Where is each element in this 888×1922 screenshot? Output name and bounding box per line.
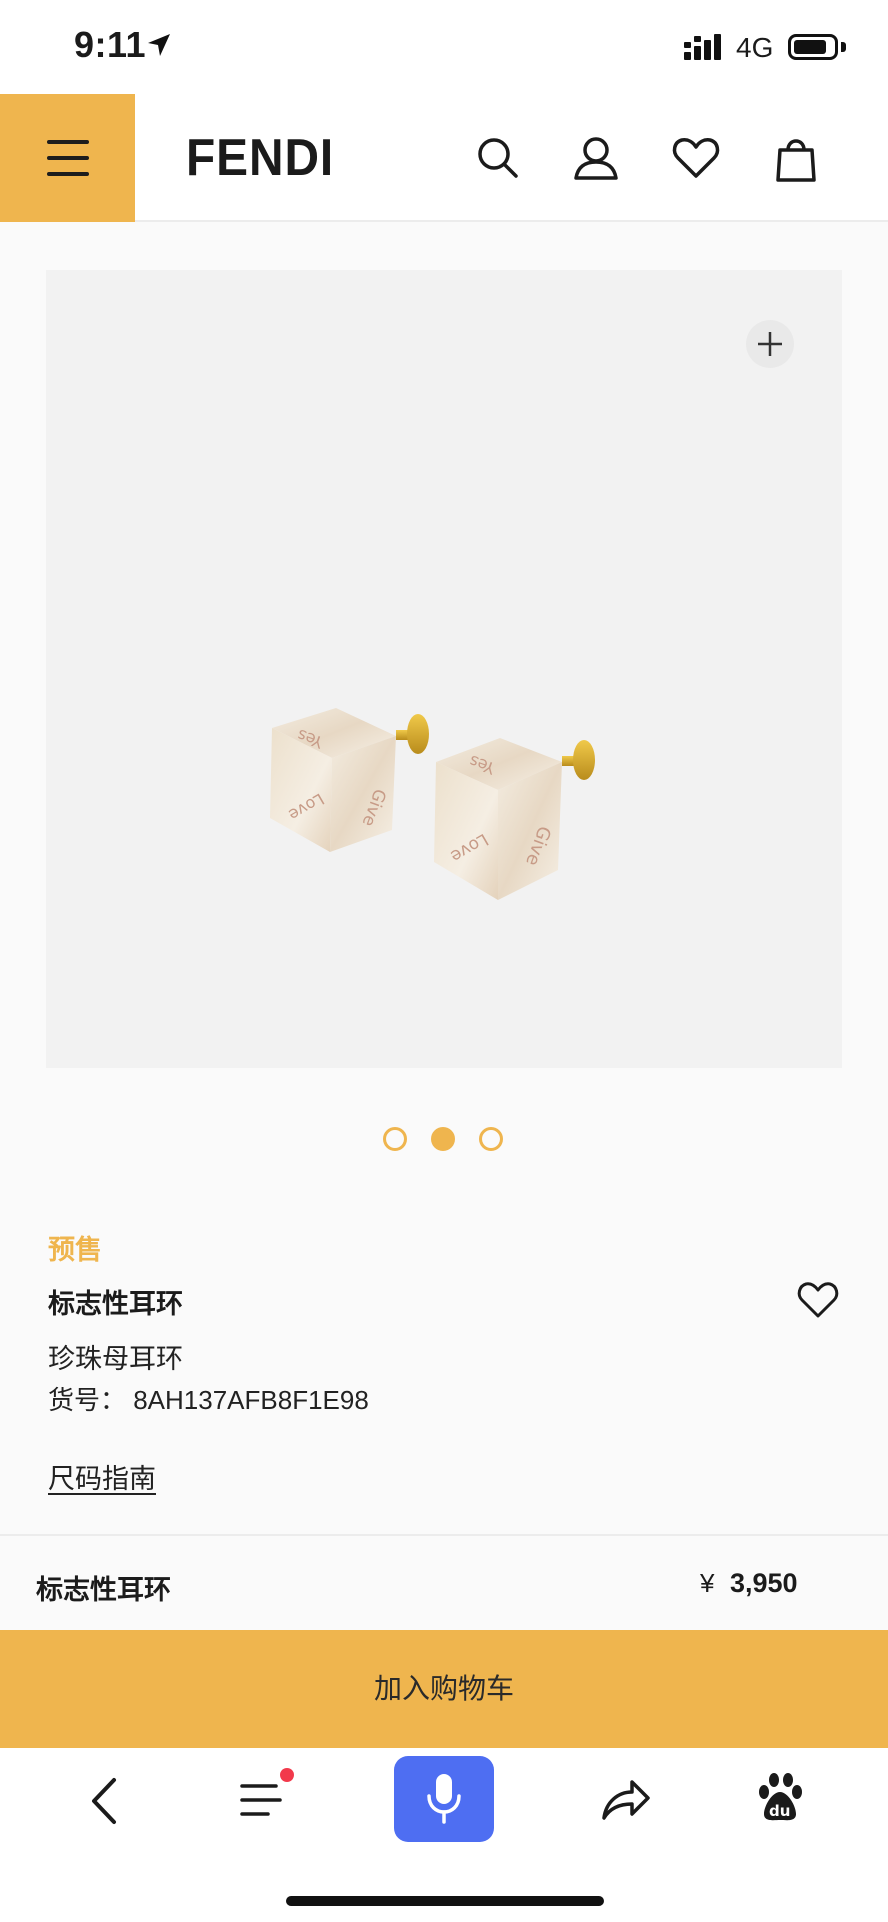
svg-text:du: du: [769, 1802, 790, 1820]
presale-badge: 预售: [48, 1235, 102, 1265]
wishlist-heart-icon[interactable]: [794, 1276, 842, 1324]
home-indicator: [286, 1896, 604, 1906]
menu-icon-line: [47, 156, 89, 160]
notification-dot: [280, 1768, 294, 1782]
microphone-icon: [427, 1774, 461, 1824]
location-arrow-icon: [148, 34, 170, 56]
site-header: FENDI: [0, 94, 888, 222]
zoom-button[interactable]: [746, 320, 794, 368]
battery-icon: [788, 34, 838, 60]
earring-left: Yes Love Give: [270, 708, 429, 852]
carousel-dot-1[interactable]: [383, 1127, 407, 1151]
menu-button[interactable]: [0, 94, 135, 222]
battery-cap: [841, 42, 846, 52]
share-icon[interactable]: [600, 1776, 652, 1822]
signal-icon: [684, 34, 721, 60]
add-to-cart-button[interactable]: 加入购物车: [0, 1630, 888, 1748]
carousel-dot-3[interactable]: [479, 1127, 503, 1151]
price-bar-title: 标志性耳环: [36, 1575, 171, 1605]
menu-icon: [47, 140, 89, 144]
menu-list-icon[interactable]: [240, 1780, 286, 1822]
browser-toolbar: du: [0, 1748, 888, 1922]
shopping-bag-icon[interactable]: [768, 130, 824, 186]
brand-logo[interactable]: FENDI: [186, 128, 334, 188]
voice-search-button[interactable]: [394, 1756, 494, 1842]
product-title: 标志性耳环: [48, 1289, 183, 1319]
heart-icon[interactable]: [668, 130, 724, 186]
back-icon[interactable]: [86, 1776, 122, 1826]
price-currency: ¥: [700, 1568, 715, 1598]
account-icon[interactable]: [568, 130, 624, 186]
carousel-dots: [383, 1127, 507, 1151]
product-gallery[interactable]: Yes Love Give Yes Love Give: [46, 270, 842, 1068]
product-sku: 货号： 8AH137AFB8F1E98: [48, 1385, 369, 1415]
baidu-paw-icon[interactable]: du: [756, 1772, 804, 1824]
network-type: 4G: [736, 32, 774, 63]
price-bar: 标志性耳环 ¥ 3,950: [0, 1534, 888, 1630]
menu-icon-line: [47, 172, 89, 176]
earring-right: Yes Love Give: [434, 738, 595, 900]
plus-icon: [758, 332, 782, 356]
status-time: 9:11: [74, 24, 147, 65]
carousel-dot-2[interactable]: [431, 1127, 455, 1151]
product-image: Yes Love Give Yes Love Give: [270, 708, 595, 900]
product-material: 珍珠母耳环: [48, 1344, 183, 1374]
search-icon[interactable]: [470, 130, 526, 186]
size-guide-link[interactable]: 尺码指南: [48, 1457, 156, 1496]
price-value: 3,950: [730, 1568, 798, 1598]
status-bar: 9:11 4G: [0, 0, 888, 94]
